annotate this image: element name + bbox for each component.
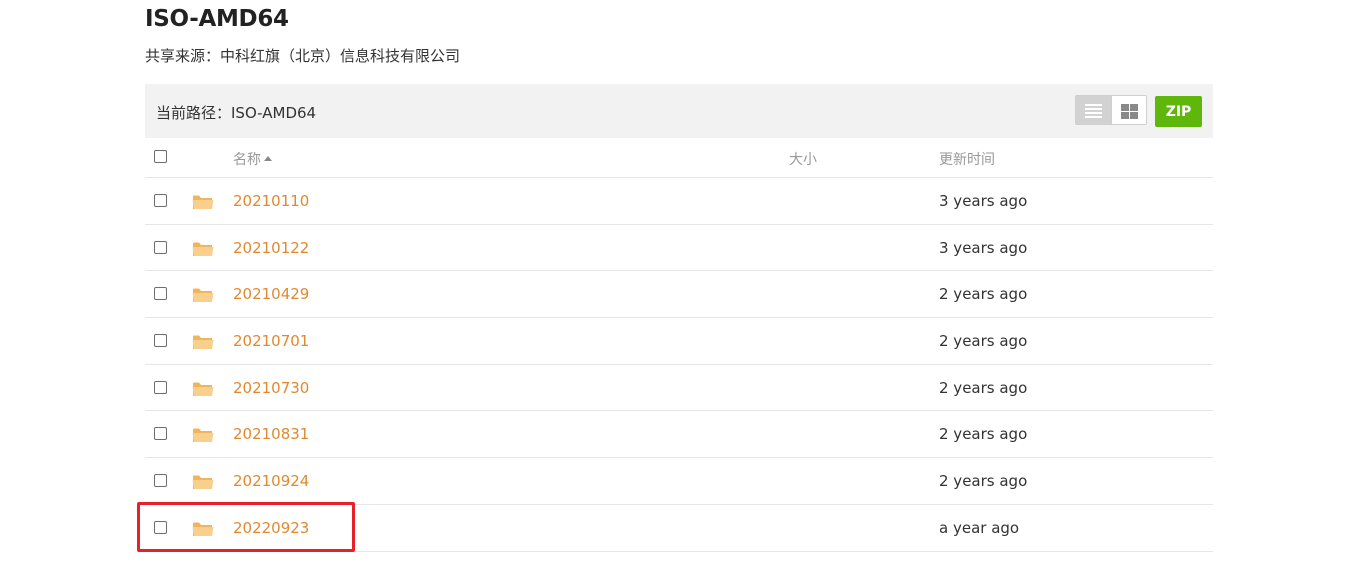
modified-time: 3 years ago <box>939 192 1028 210</box>
table-row: 20210110 3 years ago <box>145 178 1213 225</box>
folder-link[interactable]: 20210730 <box>233 379 309 397</box>
modified-time: 2 years ago <box>939 378 1028 397</box>
modified-time: a year ago <box>939 518 1020 537</box>
row-checkbox[interactable] <box>154 334 167 348</box>
folder-link[interactable]: 20210122 <box>233 239 309 257</box>
page-title: ISO-AMD64 <box>145 6 289 32</box>
folder-link[interactable]: 20210701 <box>233 332 309 350</box>
modified-time: 2 years ago <box>939 332 1028 351</box>
current-path: 当前路径：ISO-AMD64 <box>156 104 317 122</box>
row-checkbox[interactable] <box>154 380 167 394</box>
folder-icon <box>192 382 214 396</box>
zip-download-button[interactable]: ZIP <box>1155 96 1202 127</box>
table-row: 20210730 2 years ago <box>145 365 1213 412</box>
modified-time: 2 years ago <box>939 285 1028 304</box>
folder-link[interactable]: 20210429 <box>233 285 309 303</box>
list-view-button[interactable] <box>1076 96 1111 124</box>
share-source: 共享来源：中科红旗（北京）信息科技有限公司 <box>145 47 461 65</box>
folder-icon <box>192 335 214 350</box>
name-column-header[interactable]: 名称 <box>233 149 272 169</box>
table-row: 20210122 3 years ago <box>145 225 1213 272</box>
list-view-icon <box>1085 104 1102 118</box>
modified-time: 2 years ago <box>939 472 1028 491</box>
row-checkbox[interactable] <box>154 474 167 488</box>
grid-view-icon <box>1120 103 1138 119</box>
row-checkbox[interactable] <box>154 427 167 441</box>
folder-icon <box>192 242 214 256</box>
row-checkbox[interactable] <box>154 194 167 207</box>
sort-ascending-icon <box>264 156 272 161</box>
table-row: 20210701 2 years ago <box>145 318 1213 365</box>
table-row: 20210924 2 years ago <box>145 458 1213 505</box>
row-checkbox[interactable] <box>154 240 167 254</box>
modified-time: 3 years ago <box>939 238 1028 257</box>
file-list: 20210110 3 years ago 20210122 3 years ag… <box>145 178 1213 552</box>
folder-icon <box>192 522 214 536</box>
modified-column-header[interactable]: 更新时间 <box>939 149 995 169</box>
folder-icon <box>192 475 214 490</box>
grid-view-button[interactable] <box>1111 96 1146 124</box>
view-toggle <box>1075 95 1147 125</box>
modified-time: 2 years ago <box>939 425 1028 444</box>
folder-icon <box>192 428 214 443</box>
folder-link[interactable]: 20210110 <box>233 192 309 210</box>
folder-icon <box>192 288 214 303</box>
select-all-checkbox[interactable] <box>154 150 167 163</box>
folder-link[interactable]: 20210924 <box>233 472 309 490</box>
size-column-header[interactable]: 大小 <box>789 149 817 169</box>
table-row: 20220923 a year ago <box>145 505 1213 552</box>
folder-icon <box>192 195 214 209</box>
folder-link[interactable]: 20220923 <box>233 519 309 537</box>
folder-link[interactable]: 20210831 <box>233 425 309 443</box>
table-header: 名称 大小 更新时间 <box>145 138 1213 178</box>
row-checkbox[interactable] <box>154 520 167 534</box>
table-row: 20210831 2 years ago <box>145 411 1213 459</box>
table-row: 20210429 2 years ago <box>145 271 1213 319</box>
path-bar: 当前路径：ISO-AMD64 ZIP <box>145 84 1213 138</box>
name-column-label: 名称 <box>233 152 261 168</box>
row-checkbox[interactable] <box>154 287 167 301</box>
